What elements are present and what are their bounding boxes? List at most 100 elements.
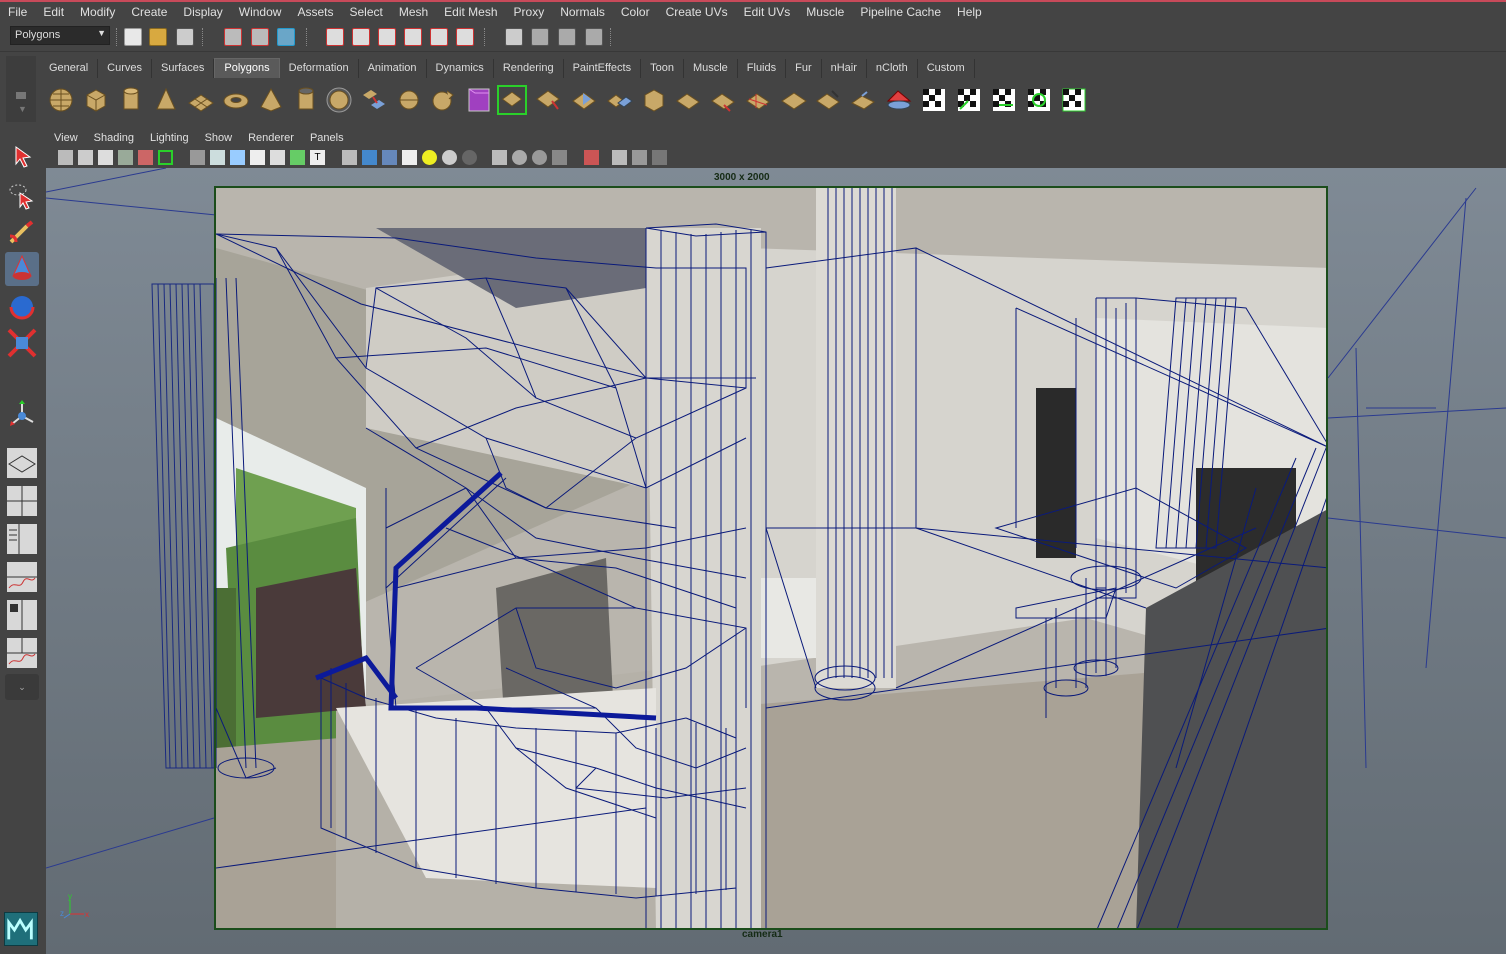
select-joints-icon[interactable] xyxy=(352,28,370,46)
poly-soccer-ball-icon[interactable] xyxy=(324,85,354,115)
append-polygon-icon[interactable] xyxy=(744,85,774,115)
poly-pipe-icon[interactable] xyxy=(291,85,321,115)
frame-all-icon[interactable] xyxy=(612,150,627,165)
share-icon[interactable] xyxy=(652,150,667,165)
film-gate-icon[interactable] xyxy=(190,150,205,165)
shelf-tab-muscle[interactable]: Muscle xyxy=(683,59,738,78)
resolution-gate-icon[interactable] xyxy=(158,150,173,165)
menu-select[interactable]: Select xyxy=(341,5,390,19)
poly-cylinder-icon[interactable] xyxy=(116,85,146,115)
render-view-icon[interactable] xyxy=(505,28,523,46)
shelf-tab-custom[interactable]: Custom xyxy=(917,59,975,78)
perspective-graph-hypershade-layout-icon[interactable] xyxy=(5,636,39,670)
shelf-tab-surfaces[interactable]: Surfaces xyxy=(151,59,215,78)
use-all-lights-icon[interactable] xyxy=(422,150,437,165)
panel-menu-view[interactable]: View xyxy=(46,132,86,144)
open-scene-icon[interactable] xyxy=(149,28,167,46)
bevel-icon[interactable] xyxy=(884,85,914,115)
shelf-tab-fur[interactable]: Fur xyxy=(786,59,822,78)
shelf-tab-rendering[interactable]: Rendering xyxy=(493,59,564,78)
high-quality-icon[interactable] xyxy=(462,150,477,165)
more-layouts-icon[interactable]: ⌄ xyxy=(5,674,39,700)
four-view-layout-icon[interactable] xyxy=(5,484,39,518)
menu-normals[interactable]: Normals xyxy=(552,5,613,19)
hypershade-perspective-layout-icon[interactable] xyxy=(5,598,39,632)
shelf-tab-general[interactable]: General xyxy=(40,59,99,78)
xray-icon[interactable] xyxy=(492,150,507,165)
new-scene-icon[interactable] xyxy=(124,28,142,46)
shelf-handle[interactable]: ▼ xyxy=(6,56,36,122)
offset-edge-loop-icon[interactable] xyxy=(849,85,879,115)
poly-pyramid-icon[interactable] xyxy=(256,85,286,115)
fill-hole-icon[interactable] xyxy=(639,85,669,115)
menu-assets[interactable]: Assets xyxy=(289,5,341,19)
wireframe-icon[interactable] xyxy=(342,150,357,165)
menu-help[interactable]: Help xyxy=(949,5,990,19)
shelf-tab-nhair[interactable]: nHair xyxy=(821,59,867,78)
shelf-menu-icon[interactable] xyxy=(16,92,26,99)
grease-pencil-icon[interactable] xyxy=(138,150,153,165)
perspective-graph-layout-icon[interactable] xyxy=(5,560,39,594)
menu-edit-mesh[interactable]: Edit Mesh xyxy=(436,5,505,19)
field-chart-icon[interactable] xyxy=(230,150,245,165)
lasso-tool-icon[interactable] xyxy=(5,178,39,212)
single-perspective-layout-icon[interactable] xyxy=(5,446,39,480)
shelf-tab-curves[interactable]: Curves xyxy=(98,59,152,78)
camera-attributes-icon[interactable] xyxy=(78,150,93,165)
poly-plane-icon[interactable] xyxy=(186,85,216,115)
textured-icon[interactable] xyxy=(402,150,417,165)
boolean-difference-icon[interactable] xyxy=(534,85,564,115)
menu-window[interactable]: Window xyxy=(231,5,290,19)
mirror-geometry-icon[interactable] xyxy=(604,85,634,115)
uv-automatic-icon[interactable] xyxy=(1024,85,1054,115)
heads-up-display-icon[interactable]: T xyxy=(310,150,325,165)
shelf-tab-animation[interactable]: Animation xyxy=(358,59,427,78)
uv-texture-editor-icon[interactable] xyxy=(1059,85,1089,115)
menu-mesh[interactable]: Mesh xyxy=(391,5,436,19)
frame-selected-icon[interactable] xyxy=(632,150,647,165)
select-surfaces-icon[interactable] xyxy=(404,28,422,46)
shelf-tab-toon[interactable]: Toon xyxy=(641,59,684,78)
shelf-tab-ncloth[interactable]: nCloth xyxy=(866,59,918,78)
safe-action-icon[interactable] xyxy=(250,150,265,165)
shelf-tab-dynamics[interactable]: Dynamics xyxy=(426,59,494,78)
xray-active-icon[interactable] xyxy=(512,150,527,165)
extrude-icon[interactable] xyxy=(674,85,704,115)
panel-menu-show[interactable]: Show xyxy=(197,132,241,144)
paint-select-tool-icon[interactable] xyxy=(5,216,39,250)
move-tool-icon[interactable] xyxy=(5,252,39,286)
select-by-component-icon[interactable] xyxy=(277,28,295,46)
scale-tool-icon[interactable] xyxy=(5,326,39,360)
menu-color[interactable]: Color xyxy=(613,5,658,19)
shelf-tab-fluids[interactable]: Fluids xyxy=(737,59,787,78)
menu-edit-uvs[interactable]: Edit UVs xyxy=(736,5,799,19)
save-scene-icon[interactable] xyxy=(176,28,194,46)
menu-create[interactable]: Create xyxy=(123,5,175,19)
split-polygon-icon[interactable] xyxy=(779,85,809,115)
menu-display[interactable]: Display xyxy=(175,5,230,19)
perspective-outliner-layout-icon[interactable] xyxy=(5,522,39,556)
menu-create-uvs[interactable]: Create UVs xyxy=(658,5,736,19)
smooth-shade-icon[interactable] xyxy=(362,150,377,165)
backface-culling-icon[interactable] xyxy=(552,150,567,165)
panel-menu-panels[interactable]: Panels xyxy=(302,132,352,144)
menu-muscle[interactable]: Muscle xyxy=(798,5,852,19)
select-handles-icon[interactable] xyxy=(326,28,344,46)
uv-cylindrical-icon[interactable] xyxy=(954,85,984,115)
shelf-tab-polygons[interactable]: Polygons xyxy=(214,58,280,78)
shelf-tab-painteffects[interactable]: PaintEffects xyxy=(563,59,642,78)
rotate-tool-icon[interactable] xyxy=(5,290,39,324)
shelf-arrow-icon[interactable]: ▼ xyxy=(18,104,27,114)
bridge-icon[interactable] xyxy=(709,85,739,115)
select-by-object-icon[interactable] xyxy=(251,28,269,46)
combine-icon[interactable] xyxy=(359,85,389,115)
perspective-viewport[interactable]: 3000 x 2000 camera1 y x z xyxy=(46,168,1506,954)
wireframe-on-shaded-icon[interactable] xyxy=(382,150,397,165)
smooth-icon[interactable] xyxy=(464,85,494,115)
bookmarks-icon[interactable] xyxy=(98,150,113,165)
snap-magnet-icon[interactable] xyxy=(456,28,474,46)
select-tool-icon[interactable] xyxy=(5,140,39,174)
render-current-frame-icon[interactable] xyxy=(531,28,549,46)
menu-set-dropdown[interactable]: Polygons ▼ xyxy=(10,26,110,45)
boolean-union-icon[interactable] xyxy=(497,85,527,115)
